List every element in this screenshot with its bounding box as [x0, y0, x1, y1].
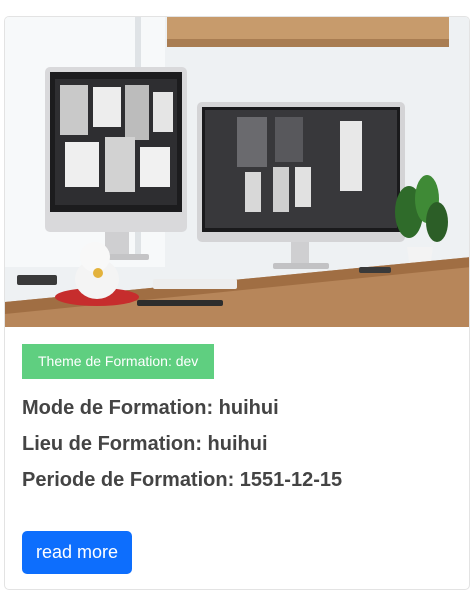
card-image: [5, 17, 469, 327]
formation-period-text: Periode de Formation: 1551-12-15: [22, 469, 343, 491]
formation-location-text: Lieu de Formation: huihui: [22, 433, 268, 455]
formation-theme-badge: Theme de Formation: dev: [22, 344, 215, 379]
read-more-button[interactable]: read more: [22, 531, 133, 574]
formation-mode-text: Mode de Formation: huihui: [22, 397, 279, 419]
desk-workspace-illustration: [5, 17, 469, 327]
formation-card: Theme de Formation: dev Mode de Formatio…: [4, 16, 470, 590]
